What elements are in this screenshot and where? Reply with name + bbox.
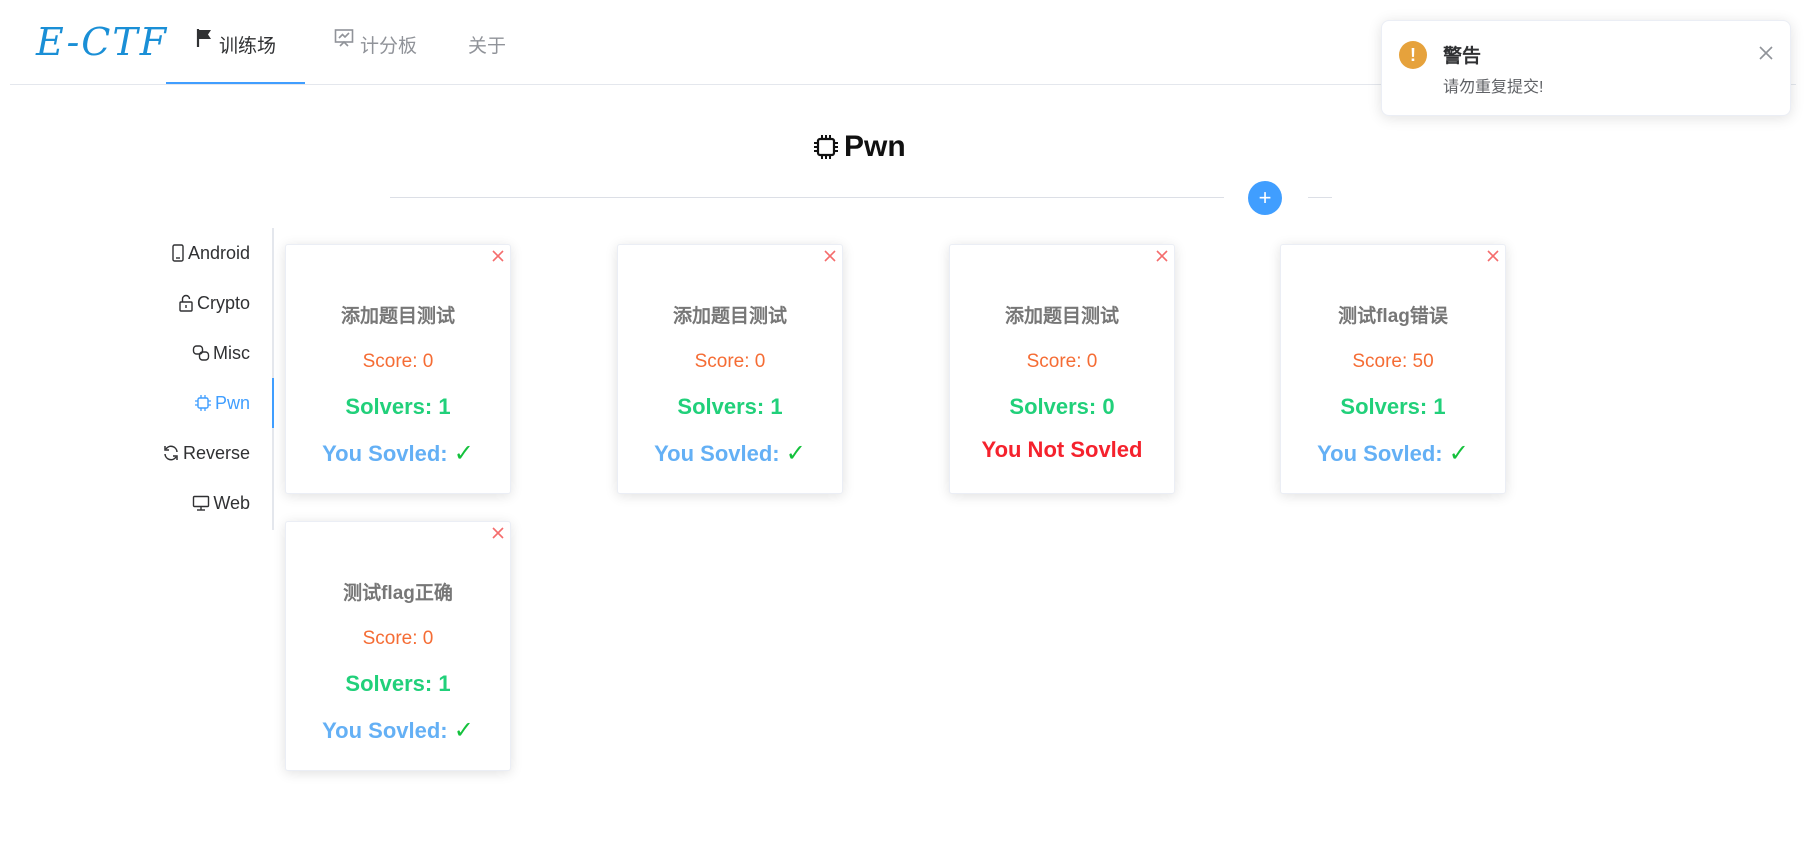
challenge-solvers: Solvers: 1 xyxy=(677,394,783,419)
challenge-score: Score: 0 xyxy=(362,351,434,372)
solve-status: You Not Sovled xyxy=(950,437,1174,463)
solve-status-text: You Sovled: xyxy=(322,718,454,743)
warning-notification: ! 警告 请勿重复提交! xyxy=(1381,20,1791,116)
tab-crypto-label: Crypto xyxy=(196,293,250,313)
tab-pwn[interactable]: Pwn xyxy=(194,378,250,428)
nav-about[interactable]: 关于 xyxy=(468,0,528,84)
nav-scoreboard-label: 计分板 xyxy=(360,36,418,58)
challenge-solvers: Solvers: 0 xyxy=(1009,394,1115,419)
close-icon[interactable] xyxy=(1756,43,1776,63)
tab-android[interactable]: Android xyxy=(171,228,250,278)
solve-status-text: You Not Sovled xyxy=(981,437,1143,462)
challenge-card[interactable]: 添加题目测试 Score: 0 Solvers: 1 You Sovled: ✓ xyxy=(285,244,511,494)
challenge-solvers: Solvers: 1 xyxy=(345,394,451,419)
check-icon: ✓ xyxy=(785,440,806,467)
challenge-score: Score: 0 xyxy=(1026,351,1098,372)
mobile-icon xyxy=(172,244,184,262)
close-icon[interactable] xyxy=(820,246,840,266)
solve-status: You Sovled: ✓ xyxy=(286,716,510,745)
close-icon[interactable] xyxy=(1483,246,1503,266)
link-icon xyxy=(192,345,210,361)
solve-status: You Sovled: ✓ xyxy=(1281,439,1505,468)
check-icon: ✓ xyxy=(453,440,474,467)
challenge-solvers: Solvers: 1 xyxy=(1340,394,1446,419)
challenge-card[interactable]: 测试flag错误 Score: 50 Solvers: 1 You Sovled… xyxy=(1280,244,1506,494)
active-tab-indicator xyxy=(272,378,274,428)
solve-status: You Sovled: ✓ xyxy=(618,439,842,468)
tab-web-label: Web xyxy=(213,493,250,513)
tab-misc-label: Misc xyxy=(213,343,250,363)
tab-crypto[interactable]: Crypto xyxy=(178,278,250,328)
add-challenge-button[interactable]: + xyxy=(1248,181,1282,215)
solve-status: You Sovled: ✓ xyxy=(286,439,510,468)
challenge-score: Score: 50 xyxy=(1352,351,1434,372)
challenge-score: Score: 0 xyxy=(694,351,766,372)
tab-web[interactable]: Web xyxy=(192,478,250,528)
tab-android-label: Android xyxy=(187,243,250,263)
challenge-card[interactable]: 添加题目测试 Score: 0 Solvers: 0 You Not Sovle… xyxy=(949,244,1175,494)
lock-icon xyxy=(179,294,193,312)
category-tabs: Android Crypto Misc Pwn Reverse Web xyxy=(140,228,274,530)
challenge-title: 测试flag错误 xyxy=(1338,306,1448,327)
nav-scoreboard[interactable]: 计分板 xyxy=(334,0,434,84)
solve-status-text: You Sovled: xyxy=(1317,441,1449,466)
tab-reverse-label: Reverse xyxy=(182,443,250,463)
tab-pwn-label: Pwn xyxy=(214,393,250,413)
page-title: Pwn xyxy=(812,130,906,164)
nav-training-label: 训练场 xyxy=(218,36,276,58)
solve-status-text: You Sovled: xyxy=(654,441,786,466)
challenge-card[interactable]: 添加题目测试 Score: 0 Solvers: 1 You Sovled: ✓ xyxy=(617,244,843,494)
notification-title: 警告 xyxy=(1443,46,1482,67)
title-divider-right xyxy=(1308,197,1332,198)
solve-status-text: You Sovled: xyxy=(322,441,454,466)
check-icon: ✓ xyxy=(453,717,474,744)
title-divider xyxy=(390,197,1224,198)
close-icon[interactable] xyxy=(488,246,508,266)
nav-about-label: 关于 xyxy=(468,36,507,57)
refresh-icon xyxy=(164,445,178,461)
monitor-icon xyxy=(193,495,210,511)
challenge-title: 添加题目测试 xyxy=(1004,306,1119,327)
scoreboard-icon xyxy=(334,0,354,90)
page-title-text: Pwn xyxy=(844,130,906,163)
close-icon[interactable] xyxy=(488,523,508,543)
logo[interactable]: E-CTF xyxy=(36,20,168,64)
tab-reverse[interactable]: Reverse xyxy=(162,428,250,478)
notification-message: 请勿重复提交! xyxy=(1443,79,1544,96)
challenge-solvers: Solvers: 1 xyxy=(345,671,451,696)
challenge-title: 测试flag正确 xyxy=(343,583,453,604)
warning-icon: ! xyxy=(1399,41,1427,69)
challenge-card[interactable]: 测试flag正确 Score: 0 Solvers: 1 You Sovled:… xyxy=(285,521,511,771)
flag-icon xyxy=(195,0,213,90)
challenge-score: Score: 0 xyxy=(362,628,434,649)
challenge-title: 添加题目测试 xyxy=(340,306,455,327)
cpu-icon xyxy=(814,135,838,159)
close-icon[interactable] xyxy=(1152,246,1172,266)
nav-training[interactable]: 训练场 xyxy=(166,0,305,84)
check-icon: ✓ xyxy=(1448,440,1469,467)
cpu-icon xyxy=(194,395,211,411)
tab-misc[interactable]: Misc xyxy=(192,328,250,378)
challenge-title: 添加题目测试 xyxy=(672,306,787,327)
